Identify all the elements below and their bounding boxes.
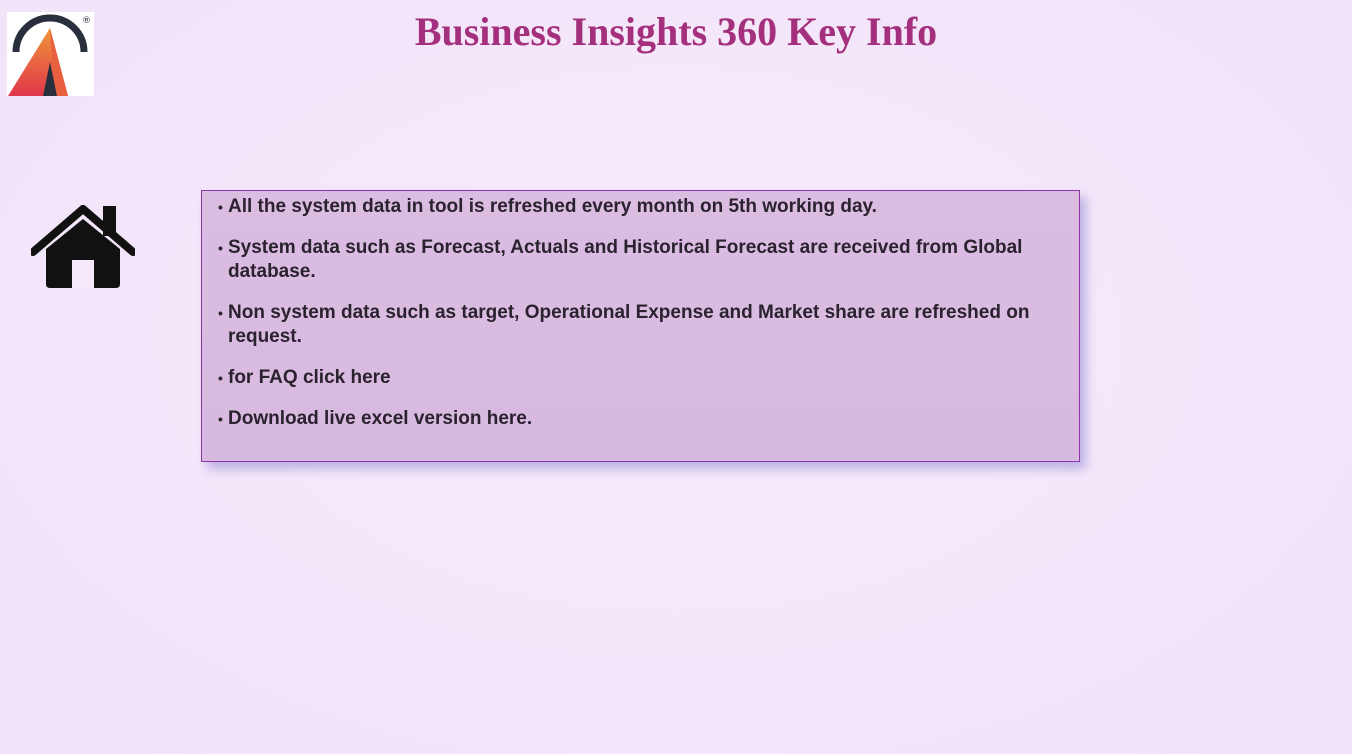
page-title: Business Insights 360 Key Info — [414, 9, 938, 54]
faq-link[interactable]: • for FAQ click here — [218, 366, 1067, 390]
info-item-system-data: • System data such as Forecast, Actuals … — [218, 236, 1067, 284]
bullet-dot: • — [218, 240, 223, 256]
bullet-dot: • — [218, 370, 223, 386]
info-item-non-system-data: • Non system data such as target, Operat… — [218, 301, 1067, 349]
info-item-refresh-schedule: • All the system data in tool is refresh… — [218, 195, 1067, 219]
faq-link-text[interactable]: for FAQ click here — [228, 367, 391, 388]
info-item-text: System data such as Forecast, Actuals an… — [228, 237, 1023, 282]
download-excel-link-text[interactable]: Download live excel version here. — [228, 408, 532, 429]
info-item-text: Non system data such as target, Operatio… — [228, 302, 1030, 347]
download-excel-link[interactable]: • Download live excel version here. — [218, 407, 1067, 431]
home-icon — [29, 203, 137, 288]
key-info-list: • All the system data in tool is refresh… — [202, 191, 1079, 431]
key-info-panel: • All the system data in tool is refresh… — [201, 190, 1080, 462]
info-item-text: All the system data in tool is refreshed… — [228, 196, 877, 217]
bullet-dot: • — [218, 199, 223, 215]
home-button[interactable] — [29, 203, 137, 289]
bullet-dot: • — [218, 305, 223, 321]
bullet-dot: • — [218, 411, 223, 427]
